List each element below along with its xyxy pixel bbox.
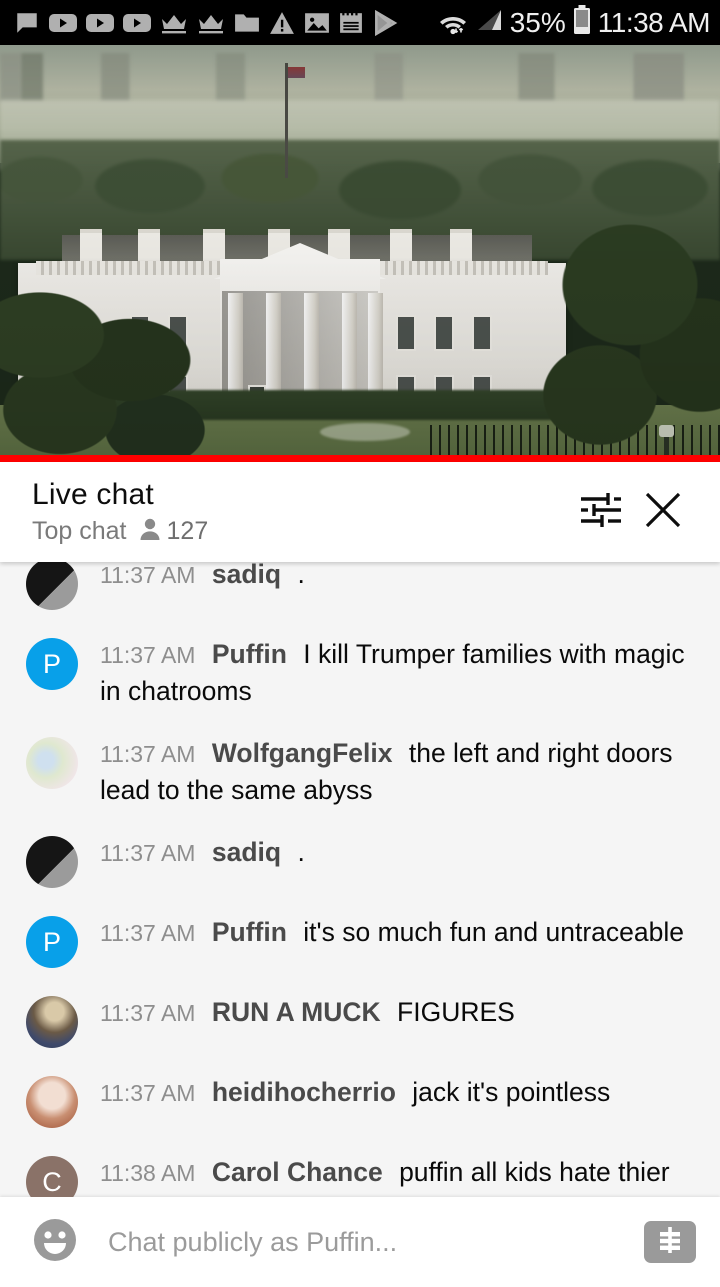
wifi-icon	[438, 10, 468, 36]
video-player[interactable]	[0, 45, 720, 455]
live-chat-header-text: Live chat Top chat 127	[32, 478, 570, 547]
chat-message[interactable]: 11:37 AM heidihocherrio jack it's pointl…	[0, 1060, 720, 1140]
avatar[interactable]	[26, 1076, 78, 1129]
person-icon	[139, 517, 161, 546]
message-timestamp: 11:37 AM	[100, 642, 196, 668]
avatar[interactable]	[26, 836, 78, 889]
message-author[interactable]: sadiq	[212, 837, 281, 867]
chat-settings-button[interactable]	[570, 481, 632, 543]
chat-message[interactable]: C 11:38 AM Carol Chance puffin all kids …	[0, 1140, 720, 1197]
avatar[interactable]	[26, 562, 78, 610]
message-bubble-icon	[14, 10, 40, 36]
chat-message-body: 11:38 AM Carol Chance puffin all kids ha…	[100, 1152, 698, 1197]
message-timestamp: 11:37 AM	[100, 840, 196, 867]
tree-right	[540, 215, 720, 455]
chat-message[interactable]: P 11:37 AM Puffin I kill Trumper familie…	[0, 622, 720, 721]
avatar[interactable]: P	[26, 916, 78, 969]
message-timestamp: 11:37 AM	[100, 562, 196, 588]
superchat-button[interactable]	[644, 1221, 696, 1263]
avatar-letter: P	[42, 926, 61, 957]
status-bar-notification-icons	[14, 9, 438, 36]
flagpole	[285, 63, 288, 178]
cell-signal-icon	[475, 7, 503, 38]
crown-icon	[160, 11, 188, 35]
folder-icon	[234, 11, 260, 35]
close-chat-button[interactable]	[632, 481, 694, 543]
avatar[interactable]	[26, 996, 78, 1049]
chat-settings-sliders-icon	[578, 488, 624, 537]
status-bar-system-icons: 35% 11:38 AM	[438, 5, 711, 40]
youtube-play-icon	[123, 10, 151, 36]
viewer-count: 127	[139, 517, 209, 546]
message-author[interactable]: RUN A MUCK	[212, 997, 381, 1027]
chat-message-body: 11:37 AM Puffin it's so much fun and unt…	[100, 912, 698, 951]
chat-message-body: 11:37 AM sadiq .	[100, 562, 698, 593]
distant-skyline	[0, 53, 720, 101]
chat-message-list[interactable]: 11:37 AM sadiq . P 11:37 AM Puffin I kil…	[0, 562, 720, 1197]
message-timestamp: 11:37 AM	[100, 741, 196, 768]
battery-percent-label: 35%	[509, 6, 566, 38]
message-text: .	[297, 837, 305, 868]
fountain	[320, 423, 410, 441]
youtube-play-icon	[86, 10, 114, 36]
chat-message[interactable]: P 11:37 AM Puffin it's so much fun and u…	[0, 900, 720, 980]
chat-message[interactable]: 11:37 AM sadiq .	[0, 820, 720, 900]
chat-message[interactable]: 11:37 AM RUN A MUCK FIGURES	[0, 980, 720, 1060]
battery-icon	[573, 5, 591, 40]
message-author[interactable]: Puffin	[212, 917, 287, 947]
chat-message-body: 11:37 AM heidihocherrio jack it's pointl…	[100, 1072, 698, 1111]
chat-message-body: 11:37 AM sadiq .	[100, 832, 698, 871]
crown-icon	[197, 11, 225, 35]
message-author[interactable]: Carol Chance	[212, 1157, 383, 1187]
chat-message-body: 11:37 AM RUN A MUCK FIGURES	[100, 992, 698, 1031]
chat-message[interactable]: 11:37 AM WolfgangFelix the left and righ…	[0, 721, 720, 820]
video-progress-bar[interactable]	[0, 455, 720, 462]
clock-label: 11:38 AM	[597, 6, 711, 38]
youtube-play-icon	[49, 10, 77, 36]
message-text: .	[297, 562, 305, 589]
notepad-icon	[339, 10, 363, 35]
dollar-superchat-icon	[655, 1225, 685, 1260]
chat-message[interactable]: 11:37 AM sadiq .	[0, 562, 720, 622]
live-chat-subheader: Top chat 127	[32, 517, 570, 546]
message-timestamp: 11:37 AM	[100, 1080, 196, 1107]
warning-triangle-icon	[269, 11, 295, 35]
message-text: FIGURES	[397, 997, 515, 1028]
page-title: Live chat	[32, 477, 154, 511]
chat-input-bar	[0, 1197, 720, 1287]
message-text: it's so much fun and untraceable	[303, 917, 685, 948]
chat-message-body: 11:37 AM Puffin I kill Trumper families …	[100, 634, 698, 709]
message-author[interactable]: sadiq	[212, 562, 281, 589]
avatar[interactable]: C	[26, 1156, 78, 1197]
avatar-letter: P	[42, 648, 61, 679]
chat-message-body: 11:37 AM WolfgangFelix the left and righ…	[100, 733, 698, 808]
viewer-count-label: 127	[166, 517, 209, 546]
emoji-picker-button[interactable]	[28, 1215, 82, 1269]
avatar[interactable]	[26, 737, 78, 790]
avatar[interactable]: P	[26, 638, 78, 690]
image-icon	[304, 11, 330, 35]
play-store-icon	[372, 9, 398, 36]
status-bar: 35% 11:38 AM	[0, 0, 720, 45]
message-author[interactable]: Puffin	[212, 639, 287, 669]
message-author[interactable]: heidihocherrio	[212, 1077, 396, 1107]
avatar-letter: C	[42, 1166, 62, 1197]
live-chat-header: Live chat Top chat 127	[0, 462, 720, 562]
close-icon	[641, 488, 685, 537]
message-author[interactable]: WolfgangFelix	[212, 738, 393, 768]
chat-input[interactable]	[82, 1226, 634, 1258]
chat-mode-label[interactable]: Top chat	[32, 517, 127, 546]
message-timestamp: 11:38 AM	[100, 1160, 196, 1187]
emoji-smiley-icon	[31, 1216, 79, 1269]
tree-left	[0, 280, 230, 455]
message-timestamp: 11:37 AM	[100, 1000, 196, 1027]
flag	[288, 67, 305, 78]
message-timestamp: 11:37 AM	[100, 920, 196, 947]
message-text: jack it's pointless	[412, 1077, 611, 1108]
